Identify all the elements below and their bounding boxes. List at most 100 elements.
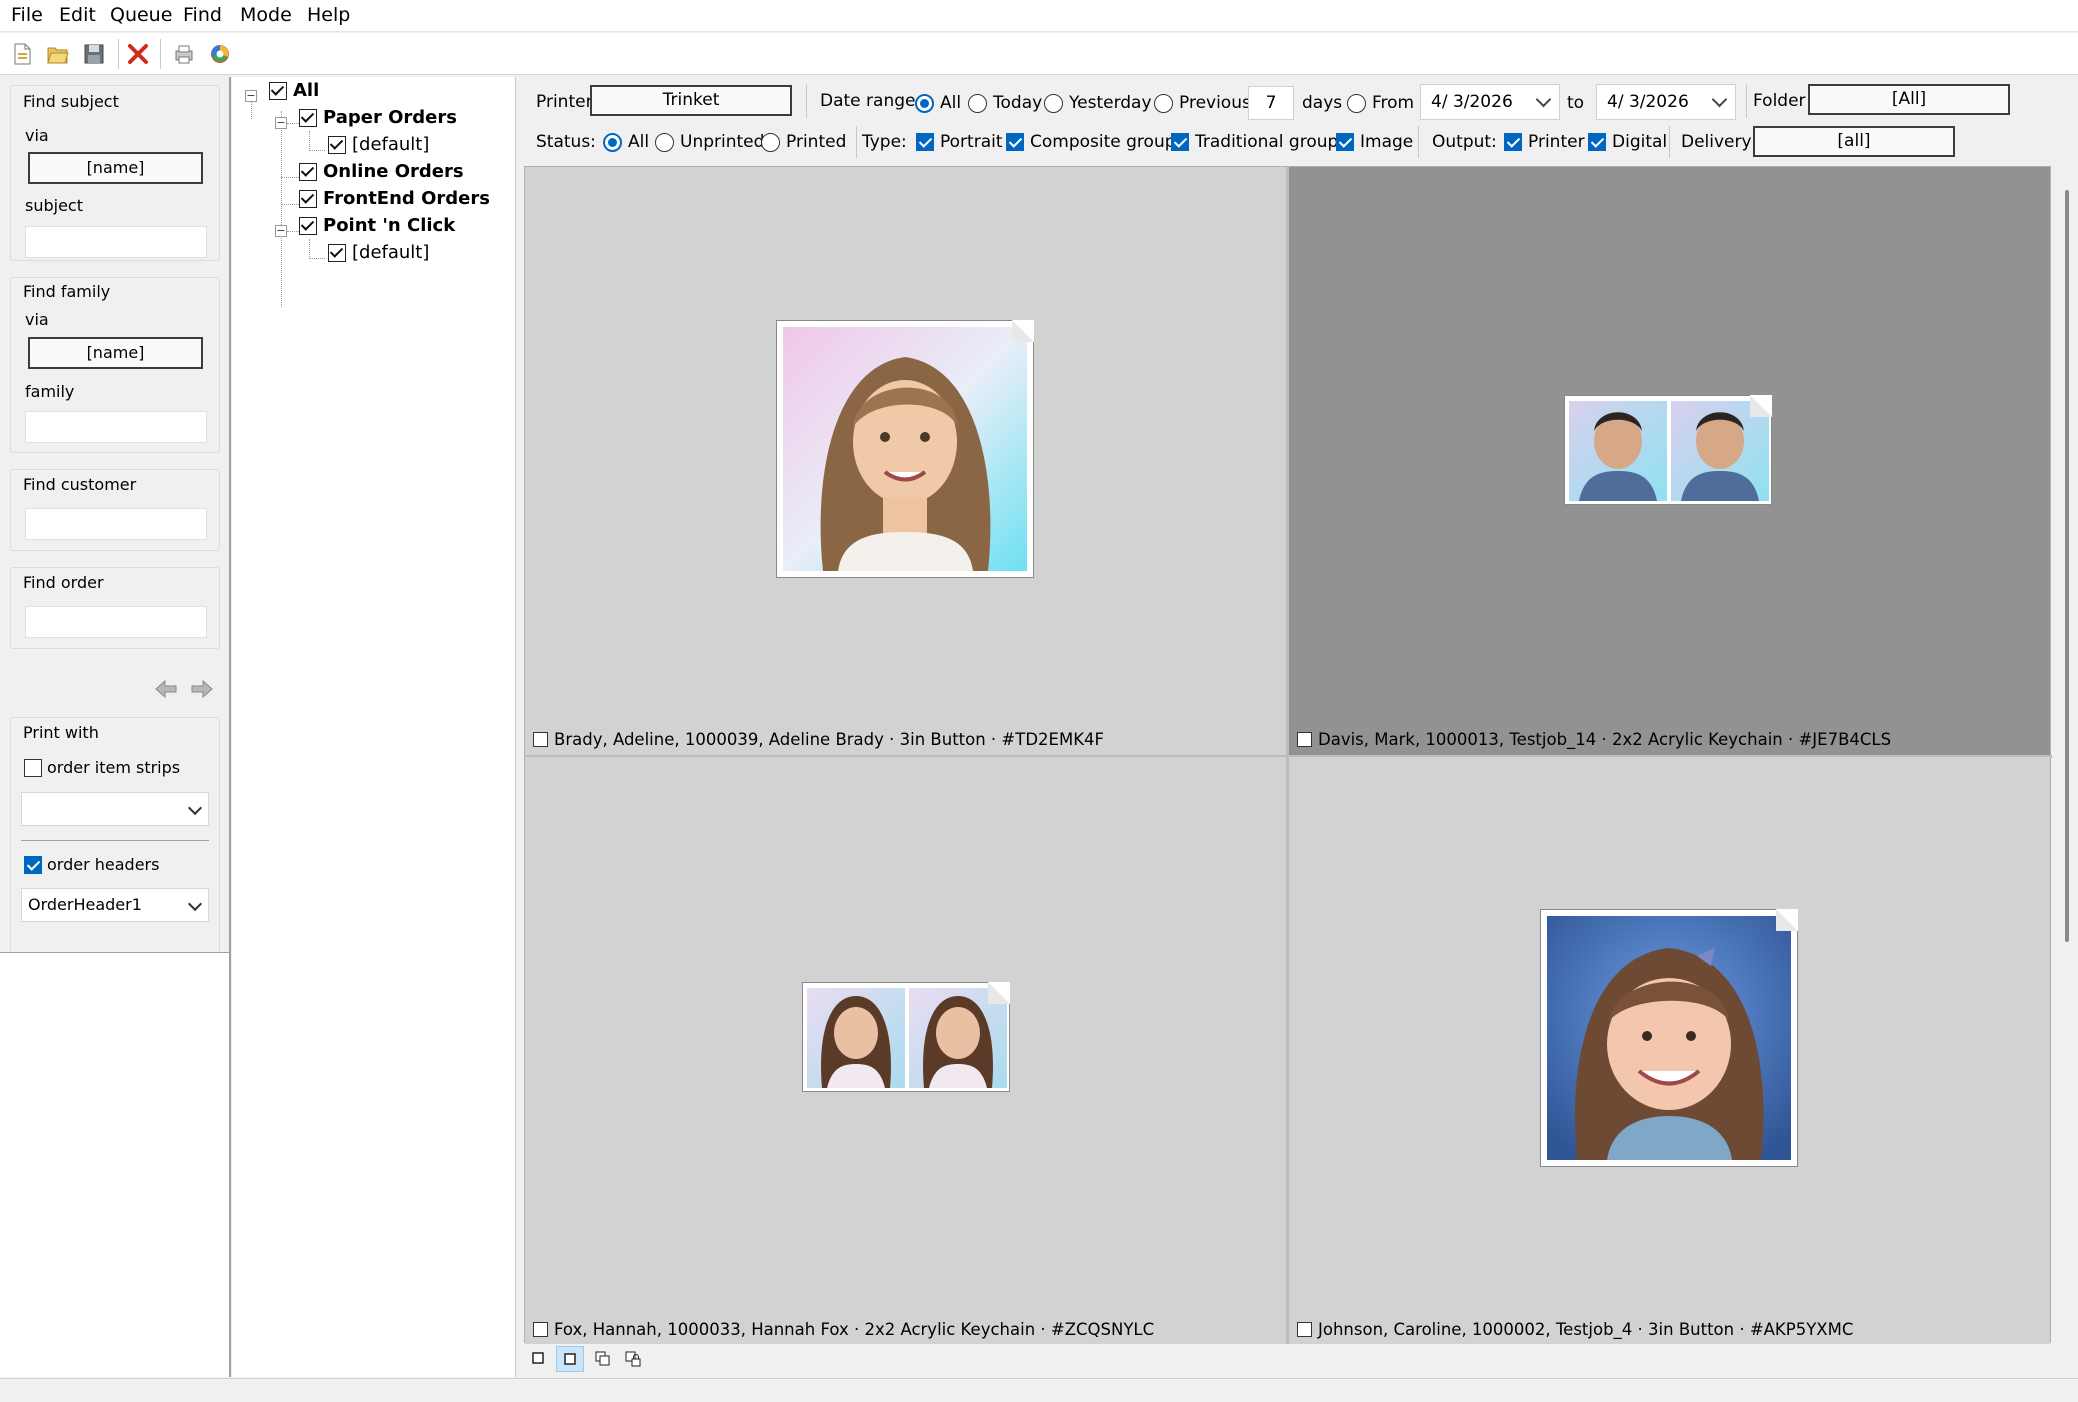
date-previous-label: Previous xyxy=(1179,93,1251,113)
headers-select[interactable]: OrderHeader1 xyxy=(21,888,209,922)
status-printed-label: Printed xyxy=(786,132,847,152)
status-printed-radio[interactable] xyxy=(761,133,780,152)
tree-all-checkbox[interactable] xyxy=(269,81,287,100)
tree-pointclick-label: Point 'n Click xyxy=(323,215,456,236)
output-printer-checkbox[interactable] xyxy=(1504,133,1522,151)
item-thumbnail[interactable] xyxy=(1540,909,1798,1167)
tree-node-paper-orders[interactable]: Paper Orders xyxy=(299,107,457,128)
tree-pointclick-default-checkbox[interactable] xyxy=(328,243,346,262)
item-caption-text: Davis, Mark, 1000013, Testjob_14 · 2x2 A… xyxy=(1318,730,1892,749)
print-icon[interactable] xyxy=(170,40,198,68)
order-headers-checkbox[interactable] xyxy=(24,856,42,874)
page-corner-icon xyxy=(1776,909,1798,931)
output-digital-checkbox[interactable] xyxy=(1588,133,1606,151)
order-item-card-selected[interactable]: Davis, Mark, 1000013, Testjob_14 · 2x2 A… xyxy=(1289,167,2050,755)
back-arrow-icon[interactable] xyxy=(154,679,178,704)
type-portrait-checkbox[interactable] xyxy=(916,133,934,151)
collapse-paper-toggle[interactable]: − xyxy=(275,117,287,129)
menu-mode[interactable]: Mode xyxy=(240,4,292,26)
order-item-card[interactable]: Fox, Hannah, 1000033, Hannah Fox · 2x2 A… xyxy=(525,757,1286,1345)
empty-area xyxy=(0,953,229,1377)
date-all-radio[interactable] xyxy=(915,94,934,113)
order-item-caption: Davis, Mark, 1000013, Testjob_14 · 2x2 A… xyxy=(1297,730,1891,749)
menu-file[interactable]: File xyxy=(11,4,43,26)
tree-paper-default-checkbox[interactable] xyxy=(328,135,346,154)
tree-node-paper-default[interactable]: [default] xyxy=(328,134,429,155)
order-item-caption: Johnson, Caroline, 1000002, Testjob_4 · … xyxy=(1297,1320,1853,1339)
item-select-checkbox[interactable] xyxy=(1297,1322,1312,1337)
item-select-checkbox[interactable] xyxy=(533,732,548,747)
portrait-photo xyxy=(783,327,1027,571)
date-previous-radio[interactable] xyxy=(1154,94,1173,113)
order-item-strips-checkbox[interactable] xyxy=(24,759,42,777)
family-via-field[interactable]: [name] xyxy=(28,337,203,369)
previous-days-input[interactable]: 7 xyxy=(1248,86,1294,120)
menu-queue[interactable]: Queue xyxy=(110,4,172,26)
subject-via-field[interactable]: [name] xyxy=(28,152,203,184)
tree-node-pointclick-default[interactable]: [default] xyxy=(328,242,429,263)
collapse-pointclick-toggle[interactable]: − xyxy=(275,225,287,237)
item-select-checkbox[interactable] xyxy=(1297,732,1312,747)
item-thumbnail[interactable] xyxy=(802,982,1010,1092)
toolbar xyxy=(0,33,2078,75)
delivery-field[interactable]: [all] xyxy=(1753,126,1955,157)
tree-node-frontend-orders[interactable]: FrontEnd Orders xyxy=(299,188,490,209)
tree-frontend-checkbox[interactable] xyxy=(299,189,317,208)
new-icon[interactable] xyxy=(8,40,36,68)
date-from-picker[interactable]: 4/ 3/2026 xyxy=(1420,84,1560,120)
single-view-icon[interactable] xyxy=(530,1350,548,1368)
strips-select[interactable] xyxy=(21,792,209,826)
printer-field[interactable]: Trinket xyxy=(590,85,792,116)
view-mode-bar xyxy=(524,1344,2077,1374)
multi-view-icon[interactable] xyxy=(594,1350,612,1368)
open-folder-icon[interactable] xyxy=(44,40,72,68)
collapse-all-toggle[interactable]: − xyxy=(245,90,257,102)
folder-field[interactable]: [All] xyxy=(1808,84,2010,115)
grid-view-icon[interactable] xyxy=(556,1346,584,1372)
date-yesterday-label: Yesterday xyxy=(1069,93,1152,113)
order-item-card[interactable]: Johnson, Caroline, 1000002, Testjob_4 · … xyxy=(1289,757,2050,1345)
chevron-down-icon xyxy=(1711,91,1728,108)
save-icon[interactable] xyxy=(80,40,108,68)
order-item-card[interactable]: Brady, Adeline, 1000039, Adeline Brady ·… xyxy=(525,167,1286,755)
status-all-radio[interactable] xyxy=(603,133,622,152)
vertical-scrollbar[interactable] xyxy=(2057,166,2077,1343)
tree-frontend-label: FrontEnd Orders xyxy=(323,188,490,209)
subject-input[interactable] xyxy=(25,226,207,258)
menu-find[interactable]: Find xyxy=(183,4,222,26)
family-input[interactable] xyxy=(25,411,207,443)
date-to-picker[interactable]: 4/ 3/2026 xyxy=(1596,84,1736,120)
date-from-radio[interactable] xyxy=(1347,94,1366,113)
date-today-label: Today xyxy=(993,93,1043,113)
chevron-down-icon xyxy=(187,896,203,912)
date-today-radio[interactable] xyxy=(968,94,987,113)
item-thumbnail[interactable] xyxy=(1564,395,1772,505)
tree-paper-checkbox[interactable] xyxy=(299,108,317,127)
customer-input[interactable] xyxy=(25,508,207,540)
type-composite-checkbox[interactable] xyxy=(1006,133,1024,151)
order-input[interactable] xyxy=(25,606,207,638)
item-thumbnail[interactable] xyxy=(776,320,1034,578)
menu-edit[interactable]: Edit xyxy=(59,4,96,26)
status-unprinted-radio[interactable] xyxy=(655,133,674,152)
item-select-checkbox[interactable] xyxy=(533,1322,548,1337)
color-icon[interactable] xyxy=(206,40,234,68)
tree-node-point-n-click[interactable]: Point 'n Click xyxy=(299,215,455,236)
lock-view-icon[interactable] xyxy=(624,1350,642,1368)
status-label: Status: xyxy=(536,132,596,152)
tree-pointclick-checkbox[interactable] xyxy=(299,216,317,235)
delete-icon[interactable] xyxy=(124,40,152,68)
tree-online-checkbox[interactable] xyxy=(299,162,317,181)
tree-node-online-orders[interactable]: Online Orders xyxy=(299,161,464,182)
splitter[interactable] xyxy=(516,77,524,1377)
find-subject-title: Find subject xyxy=(23,92,119,111)
forward-arrow-icon[interactable] xyxy=(190,679,214,704)
chevron-down-icon xyxy=(1535,91,1552,108)
menu-help[interactable]: Help xyxy=(307,4,350,26)
date-yesterday-radio[interactable] xyxy=(1044,94,1063,113)
type-image-checkbox[interactable] xyxy=(1336,133,1354,151)
type-traditional-checkbox[interactable] xyxy=(1171,133,1189,151)
scrollbar-thumb[interactable] xyxy=(2065,190,2069,942)
date-all-label: All xyxy=(940,93,962,113)
tree-node-all[interactable]: All xyxy=(269,80,319,101)
